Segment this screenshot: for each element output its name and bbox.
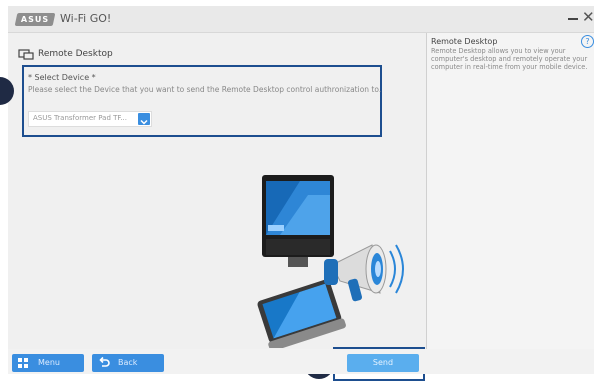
device-select-value: ASUS Transformer Pad TF... bbox=[33, 114, 127, 122]
step-badge bbox=[0, 77, 14, 105]
help-panel: Remote Desktop ? Remote Desktop allows y… bbox=[427, 33, 594, 349]
remote-desktop-icon bbox=[18, 49, 34, 60]
asus-logo: ASUS bbox=[14, 13, 56, 26]
app-window: ASUS Wi-Fi GO! ✕ Remote Desktop * Select… bbox=[0, 6, 594, 381]
help-description: Remote Desktop allows you to view your c… bbox=[431, 47, 588, 71]
footer-bar: Menu Back Send bbox=[8, 349, 594, 374]
minimize-icon[interactable] bbox=[568, 18, 578, 20]
grid-icon bbox=[18, 358, 28, 368]
chevron-down-icon[interactable] bbox=[138, 113, 150, 125]
help-title: Remote Desktop bbox=[431, 37, 498, 46]
select-device-group: * Select Device * Please select the Devi… bbox=[22, 65, 382, 137]
logo-text: ASUS bbox=[20, 15, 50, 24]
main-panel: Remote Desktop * Select Device * Please … bbox=[0, 33, 427, 381]
section-title: Remote Desktop bbox=[38, 49, 113, 59]
back-button[interactable]: Back bbox=[92, 354, 164, 372]
app-title: Wi-Fi GO! bbox=[60, 12, 112, 25]
menu-label: Menu bbox=[38, 358, 60, 367]
title-bar: ASUS Wi-Fi GO! ✕ bbox=[8, 6, 594, 33]
menu-button[interactable]: Menu bbox=[12, 354, 84, 372]
device-select[interactable]: ASUS Transformer Pad TF... bbox=[28, 111, 152, 127]
send-label: Send bbox=[372, 358, 394, 367]
close-icon[interactable]: ✕ bbox=[582, 8, 594, 26]
send-button[interactable]: Send bbox=[347, 354, 419, 372]
select-device-hint: Please select the Device that you want t… bbox=[28, 85, 382, 94]
select-device-label: * Select Device * bbox=[28, 73, 96, 82]
remote-desktop-illustration bbox=[257, 175, 404, 348]
back-arrow-icon bbox=[99, 356, 110, 367]
back-label: Back bbox=[118, 358, 138, 367]
